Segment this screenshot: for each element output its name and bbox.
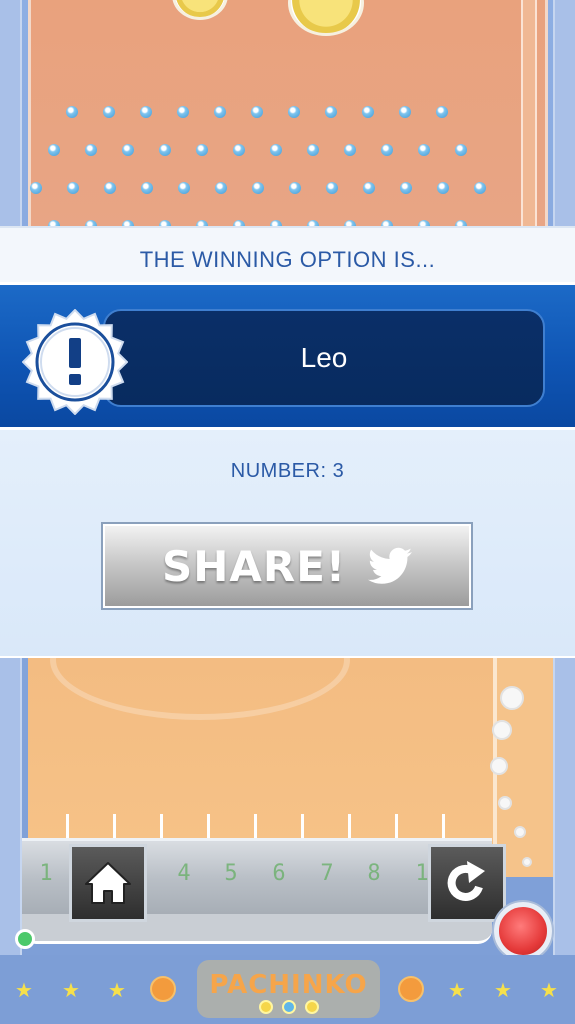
logo-light: [259, 1000, 273, 1014]
slot-divider: [113, 814, 116, 840]
peg: [289, 182, 301, 194]
home-icon: [85, 862, 131, 904]
peg: [178, 182, 190, 194]
sun-icon: [398, 976, 424, 1002]
peg: [215, 182, 227, 194]
peg: [363, 182, 375, 194]
star-icon: ★: [494, 980, 512, 1002]
result-box: Leo: [103, 309, 545, 407]
slot-divider: [66, 814, 69, 840]
peg: [362, 106, 374, 118]
slot-divider: [301, 814, 304, 840]
peg: [325, 106, 337, 118]
star-icon: ★: [62, 980, 80, 1002]
slot-divider: [395, 814, 398, 840]
dialog-header: THE WINNING OPTION IS...: [0, 226, 575, 282]
logo-text: PACHINKO: [209, 970, 368, 1000]
result-band: Leo: [0, 282, 575, 430]
exclamation-icon: [21, 308, 129, 416]
dialog-body: NUMBER: 3 SHARE!: [0, 430, 575, 658]
pachinko-logo: PACHINKO: [197, 960, 380, 1018]
peg: [307, 144, 319, 156]
slot-divider: [442, 814, 445, 840]
peg: [270, 144, 282, 156]
status-light: [15, 929, 35, 949]
peg: [251, 106, 263, 118]
slot-number: 6: [272, 861, 286, 886]
peg: [418, 144, 430, 156]
lane-ball: [498, 796, 512, 810]
slot-number: 4: [177, 861, 191, 886]
peg: [104, 182, 116, 194]
winning-number: NUMBER: 3: [230, 460, 345, 482]
lane-ball: [514, 826, 526, 838]
lane-ball: [492, 720, 512, 740]
slot-number: 1: [39, 861, 53, 886]
peg: [141, 182, 153, 194]
launch-button[interactable]: [494, 902, 552, 960]
home-button[interactable]: [69, 844, 147, 922]
peg: [196, 144, 208, 156]
replay-icon: [447, 861, 485, 901]
peg: [288, 106, 300, 118]
peg: [436, 106, 448, 118]
logo-light: [305, 1000, 319, 1014]
slot-number: 8: [367, 861, 381, 886]
launch-lane-upper: [521, 0, 537, 226]
peg: [437, 182, 449, 194]
result-dialog: THE WINNING OPTION IS... Leo NUMBER: 3 S…: [0, 226, 575, 658]
slot-number: 7: [320, 861, 334, 886]
star-icon: ★: [108, 980, 126, 1002]
sun-icon: [150, 976, 176, 1002]
peg: [67, 182, 79, 194]
slot-divider: [160, 814, 163, 840]
logo-light: [282, 1000, 296, 1014]
lane-ball: [500, 686, 524, 710]
peg: [474, 182, 486, 194]
peg: [66, 106, 78, 118]
star-icon: ★: [540, 980, 558, 1002]
peg: [399, 106, 411, 118]
peg: [381, 144, 393, 156]
slot-divider: [207, 814, 210, 840]
slot-divider: [348, 814, 351, 840]
winning-option: Leo: [300, 342, 348, 373]
peg: [103, 106, 115, 118]
replay-button[interactable]: [428, 844, 506, 922]
share-button[interactable]: SHARE!: [103, 524, 471, 608]
peg: [177, 106, 189, 118]
slot-number: 5: [224, 861, 238, 886]
peg: [214, 106, 226, 118]
peg: [455, 144, 467, 156]
peg: [140, 106, 152, 118]
peg: [122, 144, 134, 156]
twitter-icon: [368, 547, 413, 584]
share-button-label: SHARE!: [161, 541, 347, 591]
slot-divider: [254, 814, 257, 840]
peg: [400, 182, 412, 194]
peg: [344, 144, 356, 156]
dialog-heading: THE WINNING OPTION IS...: [139, 247, 436, 272]
star-icon: ★: [15, 980, 33, 1002]
exclamation-badge: [21, 308, 129, 416]
peg: [326, 182, 338, 194]
peg: [233, 144, 245, 156]
star-icon: ★: [448, 980, 466, 1002]
peg: [159, 144, 171, 156]
peg: [48, 144, 60, 156]
lane-ball: [490, 757, 508, 775]
peg: [252, 182, 264, 194]
peg: [30, 182, 42, 194]
lane-ball: [522, 857, 532, 867]
peg: [85, 144, 97, 156]
